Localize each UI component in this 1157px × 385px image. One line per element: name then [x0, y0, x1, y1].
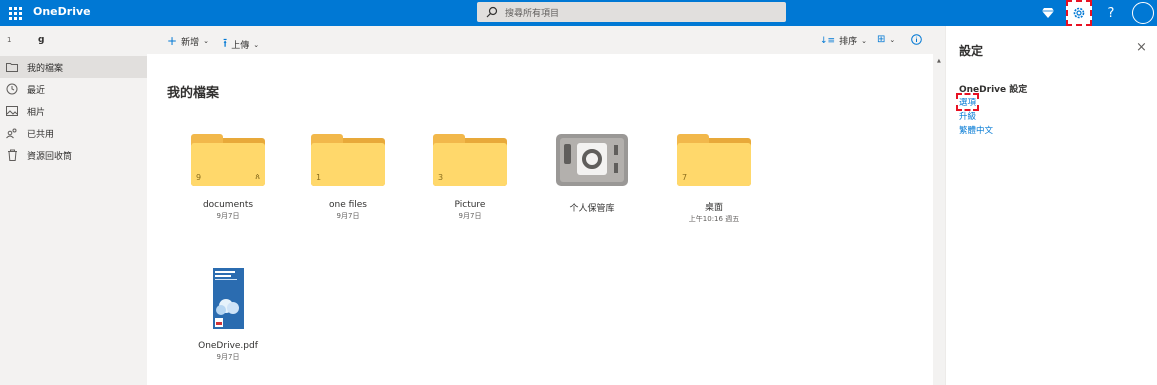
sort-button-label: 排序	[839, 37, 858, 47]
item-count: 7	[682, 173, 688, 182]
file-tile-personal-vault[interactable]: 个人保管库	[542, 133, 642, 214]
sidebar-item-label: 資源回收筒	[27, 151, 73, 162]
file-tile-picture[interactable]: 3 Picture 9月7日	[420, 134, 520, 221]
sidebar-item-label: 我的檔案	[27, 63, 64, 74]
tile-name: OneDrive.pdf	[198, 341, 258, 351]
item-count: 9	[196, 173, 202, 182]
options-link[interactable]: 選項	[955, 93, 980, 111]
photo-icon	[6, 105, 18, 117]
clock-icon	[6, 83, 18, 95]
premium-diamond-icon[interactable]	[1035, 0, 1061, 26]
file-tile-documents[interactable]: 9 ጰ documents 9月7日	[178, 134, 278, 221]
tile-date: 9月7日	[216, 212, 240, 220]
upload-arrow-icon: ⭱	[223, 36, 228, 50]
chevron-down-icon: ⌄	[203, 37, 209, 45]
sidebar-item-my-files[interactable]: 我的檔案	[0, 56, 147, 78]
tile-name: one files	[328, 200, 367, 210]
folder-icon: 1	[311, 134, 385, 186]
shared-icon	[6, 127, 18, 139]
item-count: 3	[438, 173, 444, 182]
file-tile-desktop[interactable]: 7 桌面 上午10:16 週五	[664, 134, 764, 224]
files-view: 我的檔案 9 ጰ documents 9月7日 1 one files 9月7日…	[147, 54, 933, 385]
account-entry[interactable]: 1 g	[0, 31, 147, 51]
app-title[interactable]: OneDrive	[33, 5, 91, 18]
search-box[interactable]: 搜尋所有項目	[477, 2, 786, 22]
file-tile-one-files[interactable]: 1 one files 9月7日	[298, 134, 398, 221]
info-icon	[911, 34, 922, 45]
sidebar-item-shared[interactable]: 已共用	[0, 122, 147, 144]
item-count: 1	[316, 173, 322, 182]
top-bar: OneDrive 搜尋所有項目 ?	[0, 0, 1157, 26]
language-link[interactable]: 繁體中文	[959, 124, 993, 136]
sidebar-item-recent[interactable]: 最近	[0, 78, 147, 100]
account-avatar[interactable]	[1132, 2, 1154, 24]
recycle-bin-icon	[6, 149, 18, 161]
vault-icon	[556, 134, 628, 186]
new-button-label: 新增	[181, 37, 200, 48]
new-button[interactable]: + 新增 ⌄	[167, 34, 209, 48]
shared-icon: ጰ	[255, 172, 260, 181]
folder-icon: 9 ጰ	[191, 134, 265, 186]
onedrive-settings-heading: OneDrive 設定	[959, 85, 1028, 95]
chevron-down-icon: ⌄	[861, 36, 867, 45]
folder-icon: 7	[677, 134, 751, 186]
plus-icon: +	[167, 34, 178, 48]
tile-name: documents	[202, 200, 254, 210]
command-bar: + 新增 ⌄ ⭱ 上傳 ⌄ ↓≡ 排序 ⌄ ⊞ ⌄	[147, 26, 933, 54]
vertical-scrollbar[interactable]: ▲	[933, 54, 945, 385]
upgrade-link[interactable]: 升級	[959, 110, 976, 122]
sidebar-item-recycle-bin[interactable]: 資源回收筒	[0, 144, 147, 166]
tile-date: 上午10:16 週五	[688, 215, 740, 223]
sidebar-item-label: 最近	[27, 85, 46, 96]
left-nav: 1 g 我的檔案 最近 相片 已共用 資源回收筒	[0, 26, 147, 385]
pdf-thumbnail-icon	[212, 268, 244, 329]
search-icon	[486, 6, 498, 18]
close-icon[interactable]: ×	[1136, 40, 1147, 55]
folder-icon: 3	[433, 134, 507, 186]
sidebar-item-label: 相片	[27, 107, 46, 118]
page-title: 我的檔案	[167, 86, 220, 101]
panel-title: 設定	[959, 44, 984, 58]
account-index: 1	[7, 36, 12, 44]
help-button[interactable]: ?	[1098, 0, 1124, 26]
settings-panel: 設定 × OneDrive 設定 選項 升級 繁體中文	[945, 26, 1157, 385]
view-switch-button[interactable]: ⊞ ⌄	[877, 34, 895, 45]
folder-icon	[6, 61, 18, 73]
upload-button-label: 上傳	[231, 41, 250, 51]
sort-button[interactable]: ↓≡ 排序 ⌄	[820, 34, 867, 48]
tile-name: Picture	[454, 200, 486, 210]
grid-view-icon: ⊞	[877, 34, 886, 45]
tile-date: 9月7日	[336, 212, 360, 220]
scroll-up-icon[interactable]: ▲	[937, 58, 941, 64]
sort-icon: ↓≡	[820, 35, 836, 46]
sidebar-item-photos[interactable]: 相片	[0, 100, 147, 122]
chevron-down-icon: ⌄	[253, 40, 260, 49]
settings-gear-icon[interactable]	[1066, 0, 1092, 26]
account-name: g	[38, 35, 45, 45]
tile-date: 9月7日	[458, 212, 482, 220]
info-button[interactable]	[911, 34, 922, 45]
sidebar-item-label: 已共用	[27, 129, 55, 140]
upload-button[interactable]: ⭱ 上傳 ⌄	[223, 34, 259, 55]
file-tile-onedrive-pdf[interactable]: OneDrive.pdf 9月7日	[178, 268, 278, 362]
chevron-down-icon: ⌄	[889, 35, 896, 44]
tile-name: 桌面	[704, 203, 723, 213]
app-launcher-icon[interactable]	[6, 4, 24, 22]
search-placeholder: 搜尋所有項目	[505, 9, 560, 19]
tile-date: 9月7日	[216, 353, 240, 361]
tile-name: 个人保管库	[569, 204, 615, 214]
